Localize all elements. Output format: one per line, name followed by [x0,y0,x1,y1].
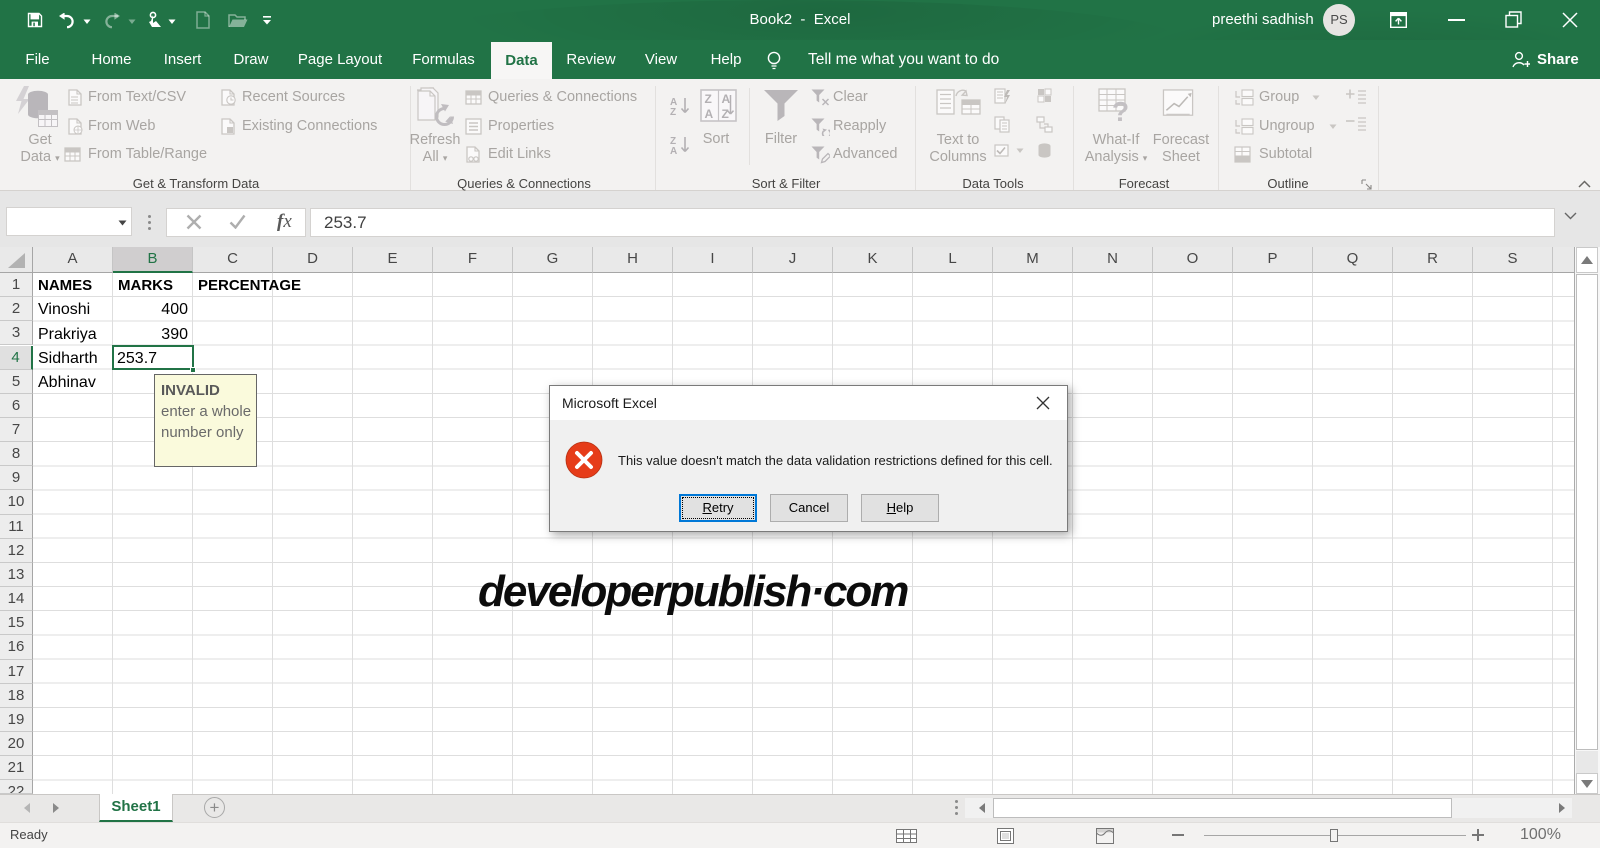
svg-text:Z: Z [670,107,676,116]
svg-text:Z: Z [722,107,729,121]
svg-text:A: A [722,92,731,106]
svg-text:A: A [670,146,677,155]
svg-text:?: ? [1112,96,1129,122]
svg-text:A: A [705,107,714,121]
svg-text:Z: Z [705,92,712,106]
